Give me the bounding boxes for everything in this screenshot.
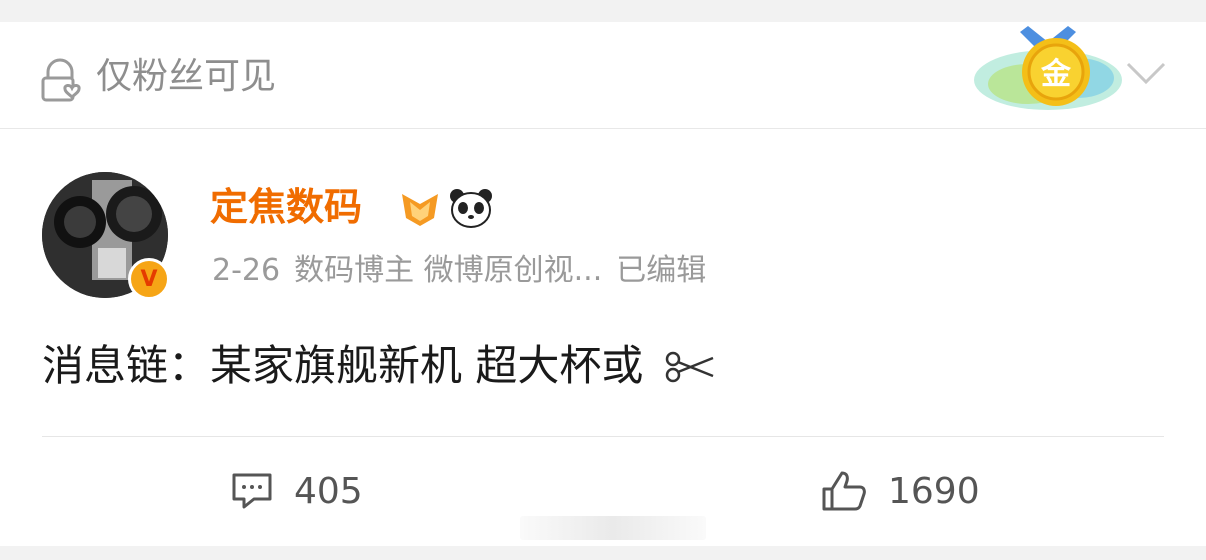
vip-level-icon[interactable] [398,188,442,228]
watermark [520,516,706,540]
panda-icon [450,189,492,228]
medal-label: 金 [1040,57,1072,92]
divider [42,436,1164,437]
verified-badge: V [128,258,170,300]
chevron-down-icon[interactable] [1124,56,1168,88]
post-meta: 2-26 数码博主 微博原创视... 已编辑 [212,248,720,294]
author-name[interactable]: 定焦数码 [210,182,362,232]
like-count: 1690 [888,470,980,512]
comment-button[interactable]: 405 [230,466,363,516]
gold-medal-icon[interactable]: 金 [968,22,1128,122]
thumbs-up-icon [822,471,866,511]
visibility-label: 仅粉丝可见 [96,56,277,97]
edited-label[interactable]: 已编辑 [616,253,706,288]
lock-heart-icon [41,58,81,102]
author-role: 数码博主 微博原创视... [294,253,603,288]
scissors-icon [665,351,714,383]
post-text: 消息链：某家旗舰新机 超大杯或 [42,338,717,394]
like-button[interactable]: 1690 [820,466,980,516]
post-body: 消息链：某家旗舰新机 超大杯或 [42,341,644,390]
post-date: 2-26 [212,253,281,288]
weibo-post-card: 仅粉丝可见 金 V 定焦数码 2-26 数码博主 微博原创视... 已编辑 消息… [0,22,1206,546]
comment-count: 405 [294,470,363,512]
comment-icon [232,473,272,509]
visibility-header: 仅粉丝可见 金 [0,22,1206,129]
